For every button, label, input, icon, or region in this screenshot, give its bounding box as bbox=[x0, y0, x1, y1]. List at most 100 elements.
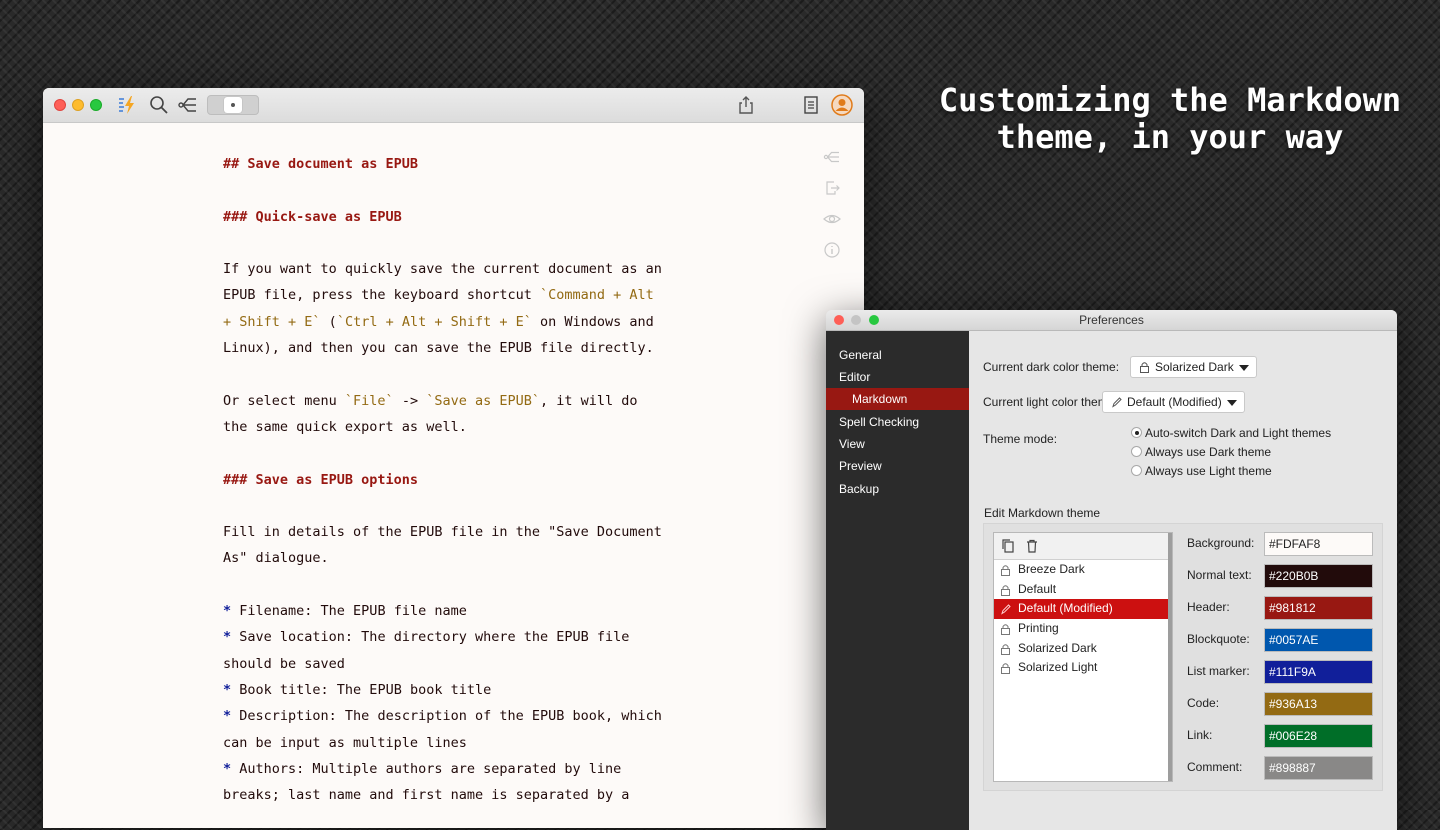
light-theme-dropdown[interactable]: Default (Modified) bbox=[1102, 391, 1245, 413]
paragraph-line: As" dialogue. bbox=[223, 550, 329, 567]
nav-item-editor[interactable]: Editor bbox=[826, 366, 969, 388]
background-color-field[interactable]: #FDFAF8 bbox=[1264, 532, 1373, 556]
trash-icon[interactable] bbox=[1024, 538, 1040, 554]
list-marker: * bbox=[223, 760, 232, 777]
heading-h2: ## Save document as EPUB bbox=[223, 156, 419, 172]
preferences-titlebar: Preferences bbox=[826, 310, 1397, 331]
preferences-title: Preferences bbox=[1079, 313, 1144, 327]
nav-item-spell-checking[interactable]: Spell Checking bbox=[826, 411, 969, 433]
list-item: * Book title: The EPUB book title bbox=[223, 681, 492, 698]
radio-button[interactable] bbox=[1131, 446, 1142, 457]
close-window-button[interactable] bbox=[54, 99, 66, 111]
list-item: * Filename: The EPUB file name bbox=[223, 603, 467, 620]
outline-icon[interactable] bbox=[823, 148, 841, 166]
link-color-field[interactable]: #006E28 bbox=[1264, 724, 1373, 748]
nav-item-backup[interactable]: Backup bbox=[826, 478, 969, 500]
inline-code: + Shift + E` bbox=[223, 313, 321, 330]
paragraph-line: If you want to quickly save the current … bbox=[223, 261, 662, 278]
theme-item-solarized-dark[interactable]: Solarized Dark bbox=[994, 639, 1172, 659]
theme-mode-label: Theme mode: bbox=[983, 432, 1058, 446]
headline-line-2: theme, in your way bbox=[996, 118, 1344, 156]
editor-titlebar bbox=[43, 88, 864, 123]
lightning-icon[interactable] bbox=[116, 94, 138, 116]
nav-item-general[interactable]: General bbox=[826, 344, 969, 366]
nav-item-view[interactable]: View bbox=[826, 433, 969, 455]
headline: Customizing the Markdown theme, in your … bbox=[910, 82, 1430, 156]
light-theme-value: Default (Modified) bbox=[1127, 395, 1222, 409]
document-icon[interactable] bbox=[800, 94, 822, 116]
nav-item-markdown[interactable]: Markdown bbox=[826, 388, 969, 410]
light-theme-label: Current light color theme: bbox=[983, 395, 1118, 409]
share-icon[interactable] bbox=[735, 94, 757, 116]
list-item: * Description: The description of the EP… bbox=[223, 708, 662, 725]
paragraph-line: the same quick export as well. bbox=[223, 418, 467, 435]
list-item: * Save location: The directory where the… bbox=[223, 629, 630, 646]
export-icon[interactable] bbox=[823, 179, 841, 197]
color-row-background: Background: #FDFAF8 bbox=[1187, 532, 1377, 556]
color-row-comment: Comment: #898887 bbox=[1187, 756, 1377, 780]
radio-always-light[interactable]: Always use Light theme bbox=[1131, 462, 1272, 480]
lock-icon bbox=[1001, 644, 1010, 655]
radio-button[interactable] bbox=[1131, 465, 1142, 476]
zoom-window-button[interactable] bbox=[90, 99, 102, 111]
theme-list: Breeze Dark Default Default (Modified) P… bbox=[993, 532, 1173, 782]
list-marker: * bbox=[223, 708, 232, 725]
preferences-window: Preferences General Editor Markdown Spel… bbox=[826, 310, 1397, 830]
paragraph-line: Linux), and then you can save the EPUB f… bbox=[223, 340, 654, 357]
theme-item-default[interactable]: Default bbox=[994, 580, 1172, 600]
paragraph-line: EPUB file, press the keyboard shortcut `… bbox=[223, 287, 654, 304]
copy-icon[interactable] bbox=[1000, 538, 1016, 554]
editor-window: ## Save document as EPUB ### Quick-save … bbox=[43, 88, 864, 828]
outline-icon[interactable] bbox=[177, 94, 199, 116]
theme-item-breeze-dark[interactable]: Breeze Dark bbox=[994, 560, 1172, 580]
view-mode-segmented-control[interactable] bbox=[207, 95, 259, 115]
theme-item-solarized-light[interactable]: Solarized Light bbox=[994, 658, 1172, 678]
theme-item-printing[interactable]: Printing bbox=[994, 619, 1172, 639]
headline-line-1: Customizing the Markdown bbox=[938, 81, 1402, 119]
search-icon[interactable] bbox=[148, 94, 170, 116]
inline-code: `Save as EPUB` bbox=[426, 392, 541, 409]
segment-selected[interactable] bbox=[224, 97, 242, 113]
header-color-field[interactable]: #981812 bbox=[1264, 596, 1373, 620]
radio-button-selected[interactable] bbox=[1131, 427, 1142, 438]
dark-theme-value: Solarized Dark bbox=[1155, 360, 1234, 374]
list-marker: * bbox=[223, 681, 232, 698]
comment-color-field[interactable]: #898887 bbox=[1264, 756, 1373, 780]
zoom-window-button[interactable] bbox=[869, 315, 879, 325]
inline-code: `File` bbox=[344, 392, 394, 409]
dark-theme-dropdown[interactable]: Solarized Dark bbox=[1130, 356, 1257, 378]
list-marker: * bbox=[223, 603, 232, 620]
inline-code: `Ctrl + Alt + Shift + E` bbox=[336, 313, 532, 330]
markdown-document[interactable]: ## Save document as EPUB ### Quick-save … bbox=[223, 151, 683, 808]
info-icon[interactable] bbox=[823, 241, 841, 259]
theme-item-default-modified[interactable]: Default (Modified) bbox=[994, 599, 1172, 620]
color-row-list-marker: List marker: #111F9A bbox=[1187, 660, 1377, 684]
lock-icon bbox=[1001, 584, 1010, 596]
nav-item-preview[interactable]: Preview bbox=[826, 455, 969, 477]
blockquote-color-field[interactable]: #0057AE bbox=[1264, 628, 1373, 652]
edit-theme-label: Edit Markdown theme bbox=[984, 506, 1101, 520]
list-item: * Authors: Multiple authors are separate… bbox=[223, 760, 622, 777]
minimize-window-button[interactable] bbox=[851, 315, 861, 325]
normal-text-color-field[interactable]: #220B0B bbox=[1264, 564, 1373, 588]
radio-always-dark[interactable]: Always use Dark theme bbox=[1131, 443, 1271, 461]
chevron-down-icon bbox=[1226, 400, 1237, 406]
paragraph-line: Fill in details of the EPUB file in the … bbox=[223, 524, 662, 541]
lock-icon bbox=[1001, 663, 1010, 675]
theme-list-toolbar bbox=[994, 533, 1172, 560]
theme-list-scrollbar[interactable] bbox=[1168, 533, 1172, 781]
lock-icon bbox=[1001, 565, 1010, 576]
list-marker: * bbox=[223, 629, 232, 646]
eye-icon[interactable] bbox=[823, 210, 841, 228]
list-item-continuation: breaks; last name and first name is sepa… bbox=[223, 787, 630, 804]
minimize-window-button[interactable] bbox=[72, 99, 84, 111]
heading-h3-quick-save: ### Quick-save as EPUB bbox=[223, 208, 402, 225]
lock-icon bbox=[1140, 362, 1149, 373]
pencil-icon bbox=[1112, 397, 1122, 408]
avatar-icon[interactable] bbox=[831, 94, 853, 116]
color-row-blockquote: Blockquote: #0057AE bbox=[1187, 628, 1377, 652]
close-window-button[interactable] bbox=[834, 315, 844, 325]
radio-auto-switch[interactable]: Auto-switch Dark and Light themes bbox=[1131, 424, 1331, 442]
code-color-field[interactable]: #936A13 bbox=[1264, 692, 1373, 716]
list-marker-color-field[interactable]: #111F9A bbox=[1264, 660, 1373, 684]
